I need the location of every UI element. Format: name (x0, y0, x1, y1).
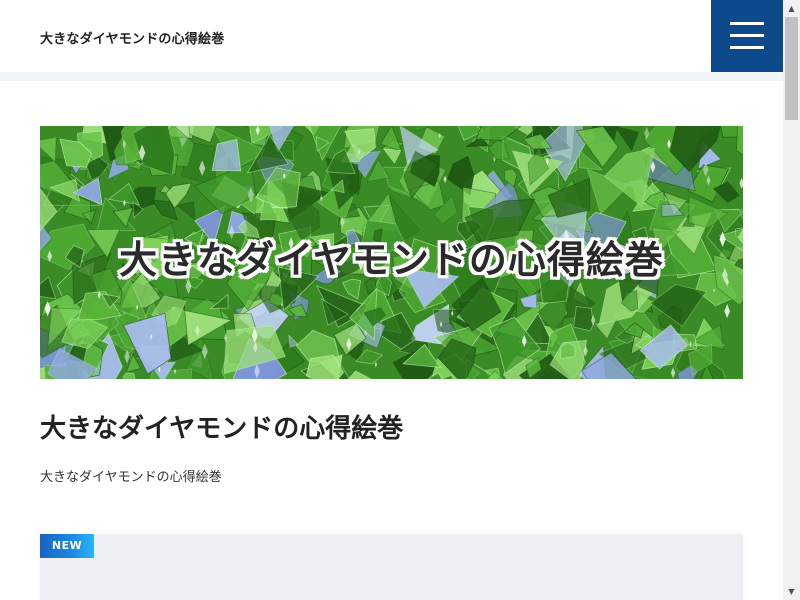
menu-button[interactable] (711, 0, 783, 72)
hero-banner: 大きなダイヤモンドの心得絵巻 (40, 126, 743, 379)
site-title[interactable]: 大きなダイヤモンドの心得絵巻 (40, 28, 224, 47)
hamburger-menu-icon-bar (730, 46, 764, 49)
header-divider (0, 72, 783, 81)
page-title: 大きなダイヤモンドの心得絵巻 (40, 414, 404, 444)
new-badge: NEW (40, 534, 94, 558)
page-description: 大きなダイヤモンドの心得絵巻 (40, 470, 222, 485)
hamburger-menu-icon-bar (730, 34, 764, 37)
scrollbar-thumb[interactable] (785, 17, 798, 120)
article-card[interactable] (40, 534, 743, 600)
scroll-down-arrow-icon[interactable]: ▼ (783, 583, 800, 600)
hamburger-menu-icon (730, 22, 764, 25)
page: 大きなダイヤモンドの心得絵巻 大きなダイヤモンドの心得絵巻 大きなダイヤモンドの… (0, 0, 800, 600)
scroll-up-arrow-icon[interactable]: ▲ (783, 0, 800, 17)
site-header: 大きなダイヤモンドの心得絵巻 (0, 0, 783, 72)
vertical-scrollbar[interactable]: ▲ ▼ (783, 0, 800, 600)
hero-banner-text: 大きなダイヤモンドの心得絵巻 (119, 238, 664, 282)
crystal-facet (573, 306, 594, 332)
